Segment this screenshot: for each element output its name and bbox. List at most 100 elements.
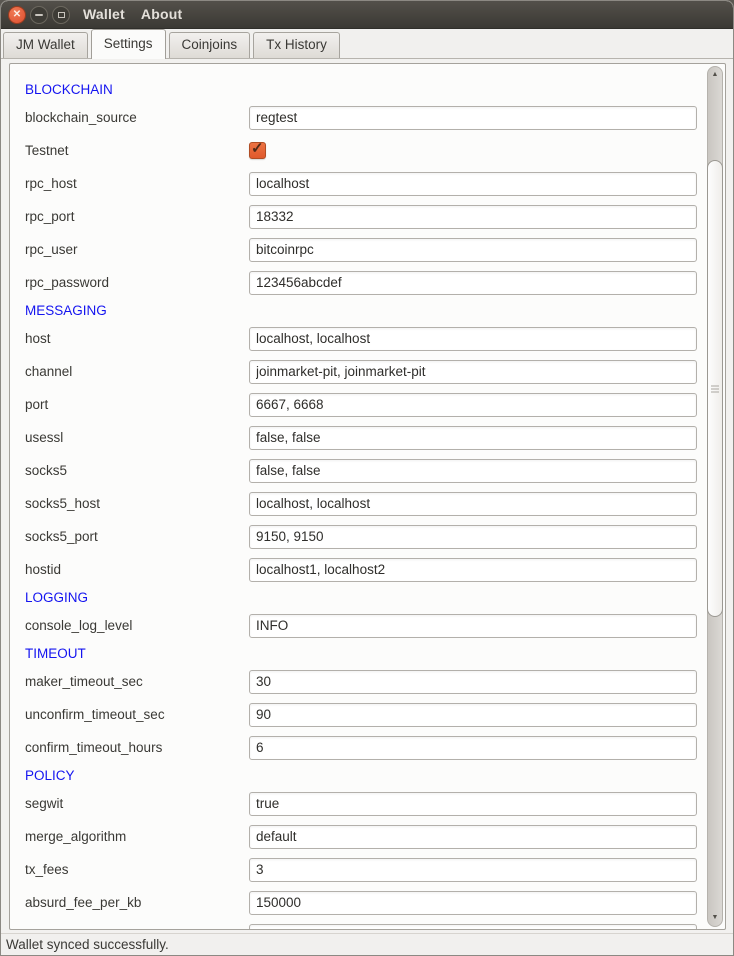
setting-row: unconfirm_timeout_sec	[10, 698, 705, 731]
setting-row: absurd_fee_per_kb	[10, 886, 705, 919]
setting-row: blockchain_source	[10, 101, 705, 134]
scroll-down-arrow-icon[interactable]: ▼	[707, 914, 723, 922]
settings-form: BLOCKCHAIN blockchain_source Testnet✓ rpc_h…	[10, 64, 705, 919]
titlebar: ✕ Wallet About	[1, 1, 733, 29]
setting-row: socks5_host	[10, 487, 705, 520]
setting-label: segwit	[25, 796, 249, 811]
vertical-scrollbar[interactable]: ▲ ▼	[707, 66, 723, 927]
rpc_host-input[interactable]	[249, 172, 697, 196]
menu-wallet[interactable]: Wallet	[83, 1, 125, 28]
setting-label: socks5_host	[25, 496, 249, 511]
setting-label: rpc_port	[25, 209, 249, 224]
maker_timeout_sec-input[interactable]	[249, 670, 697, 694]
setting-label: usessl	[25, 430, 249, 445]
setting-label: rpc_user	[25, 242, 249, 257]
port-input[interactable]	[249, 393, 697, 417]
setting-label: hostid	[25, 562, 249, 577]
setting-row: tx_fees	[10, 853, 705, 886]
tab-bar: JM WalletSettingsCoinjoinsTx History	[1, 29, 733, 59]
tab-coinjoins[interactable]: Coinjoins	[169, 32, 251, 58]
setting-row: rpc_host	[10, 167, 705, 200]
tab-tx-history[interactable]: Tx History	[253, 32, 340, 58]
absurd_fee_per_kb-input[interactable]	[249, 891, 697, 915]
rpc_port-input[interactable]	[249, 205, 697, 229]
setting-label: channel	[25, 364, 249, 379]
close-button[interactable]: ✕	[8, 6, 26, 24]
setting-label: rpc_host	[25, 176, 249, 191]
setting-label: merge_algorithm	[25, 829, 249, 844]
section-header-blockchain: BLOCKCHAIN	[10, 78, 705, 101]
setting-row: maker_timeout_sec	[10, 665, 705, 698]
hostid-input[interactable]	[249, 558, 697, 582]
socks5_host-input[interactable]	[249, 492, 697, 516]
setting-row: console_log_level	[10, 609, 705, 642]
tx_fees-input[interactable]	[249, 858, 697, 882]
setting-row: merge_algorithm	[10, 820, 705, 853]
setting-label: tx_fees	[25, 862, 249, 877]
section-header-policy: POLICY	[10, 764, 705, 787]
host-input[interactable]	[249, 327, 697, 351]
setting-label: unconfirm_timeout_sec	[25, 707, 249, 722]
setting-row: segwit	[10, 787, 705, 820]
setting-row: hostid	[10, 553, 705, 586]
section-header-messaging: MESSAGING	[10, 299, 705, 322]
checkmark-icon: ✓	[251, 139, 264, 157]
minimize-button[interactable]	[30, 6, 48, 24]
scrollbar-grip-icon	[711, 385, 719, 392]
maximize-icon	[58, 12, 65, 18]
settings-tab-pane: BLOCKCHAIN blockchain_source Testnet✓ rpc_h…	[1, 59, 733, 933]
status-bar: Wallet synced successfully.	[1, 933, 733, 955]
app-window: ✕ Wallet About JM WalletSettingsCoinjoins…	[0, 0, 734, 956]
setting-label: Testnet	[25, 143, 249, 158]
rpc_password-input[interactable]	[249, 271, 697, 295]
setting-row: channel	[10, 355, 705, 388]
status-message: Wallet synced successfully.	[6, 937, 169, 952]
setting-row: host	[10, 322, 705, 355]
setting-label: host	[25, 331, 249, 346]
setting-row: socks5_port	[10, 520, 705, 553]
rpc_user-input[interactable]	[249, 238, 697, 262]
confirm_timeout_hours-input[interactable]	[249, 736, 697, 760]
setting-row-partial	[10, 919, 705, 929]
setting-label: socks5_port	[25, 529, 249, 544]
segwit-input[interactable]	[249, 792, 697, 816]
socks5-input[interactable]	[249, 459, 697, 483]
channel-input[interactable]	[249, 360, 697, 384]
close-icon: ✕	[13, 10, 21, 20]
unconfirm_timeout_sec-input[interactable]	[249, 703, 697, 727]
setting-row: port	[10, 388, 705, 421]
minimize-icon	[35, 14, 43, 16]
settings-viewport: BLOCKCHAIN blockchain_source Testnet✓ rpc_h…	[10, 64, 705, 929]
tab-jm-wallet[interactable]: JM Wallet	[3, 32, 88, 58]
next-setting-input-partial[interactable]	[249, 924, 697, 930]
socks5_port-input[interactable]	[249, 525, 697, 549]
setting-label: console_log_level	[25, 618, 249, 633]
testnet-checkbox[interactable]: ✓	[249, 142, 266, 159]
setting-row: rpc_password	[10, 266, 705, 299]
setting-label: confirm_timeout_hours	[25, 740, 249, 755]
setting-label: socks5	[25, 463, 249, 478]
setting-row: rpc_port	[10, 200, 705, 233]
scroll-up-arrow-icon[interactable]: ▲	[707, 71, 723, 79]
setting-label: port	[25, 397, 249, 412]
console_log_level-input[interactable]	[249, 614, 697, 638]
merge_algorithm-input[interactable]	[249, 825, 697, 849]
setting-row: Testnet✓	[10, 134, 705, 167]
setting-row: rpc_user	[10, 233, 705, 266]
usessl-input[interactable]	[249, 426, 697, 450]
setting-row: socks5	[10, 454, 705, 487]
blockchain_source-input[interactable]	[249, 106, 697, 130]
setting-row: confirm_timeout_hours	[10, 731, 705, 764]
setting-label: maker_timeout_sec	[25, 674, 249, 689]
maximize-button[interactable]	[52, 6, 70, 24]
section-header-logging: LOGGING	[10, 586, 705, 609]
setting-label: rpc_password	[25, 275, 249, 290]
menu-about[interactable]: About	[141, 1, 182, 28]
settings-scroll-area: BLOCKCHAIN blockchain_source Testnet✓ rpc_h…	[9, 63, 726, 930]
scrollbar-thumb[interactable]	[707, 160, 723, 617]
setting-label: blockchain_source	[25, 110, 249, 125]
setting-label: absurd_fee_per_kb	[25, 895, 249, 910]
menubar: Wallet About	[83, 1, 182, 28]
section-header-timeout: TIMEOUT	[10, 642, 705, 665]
tab-settings[interactable]: Settings	[91, 29, 166, 59]
